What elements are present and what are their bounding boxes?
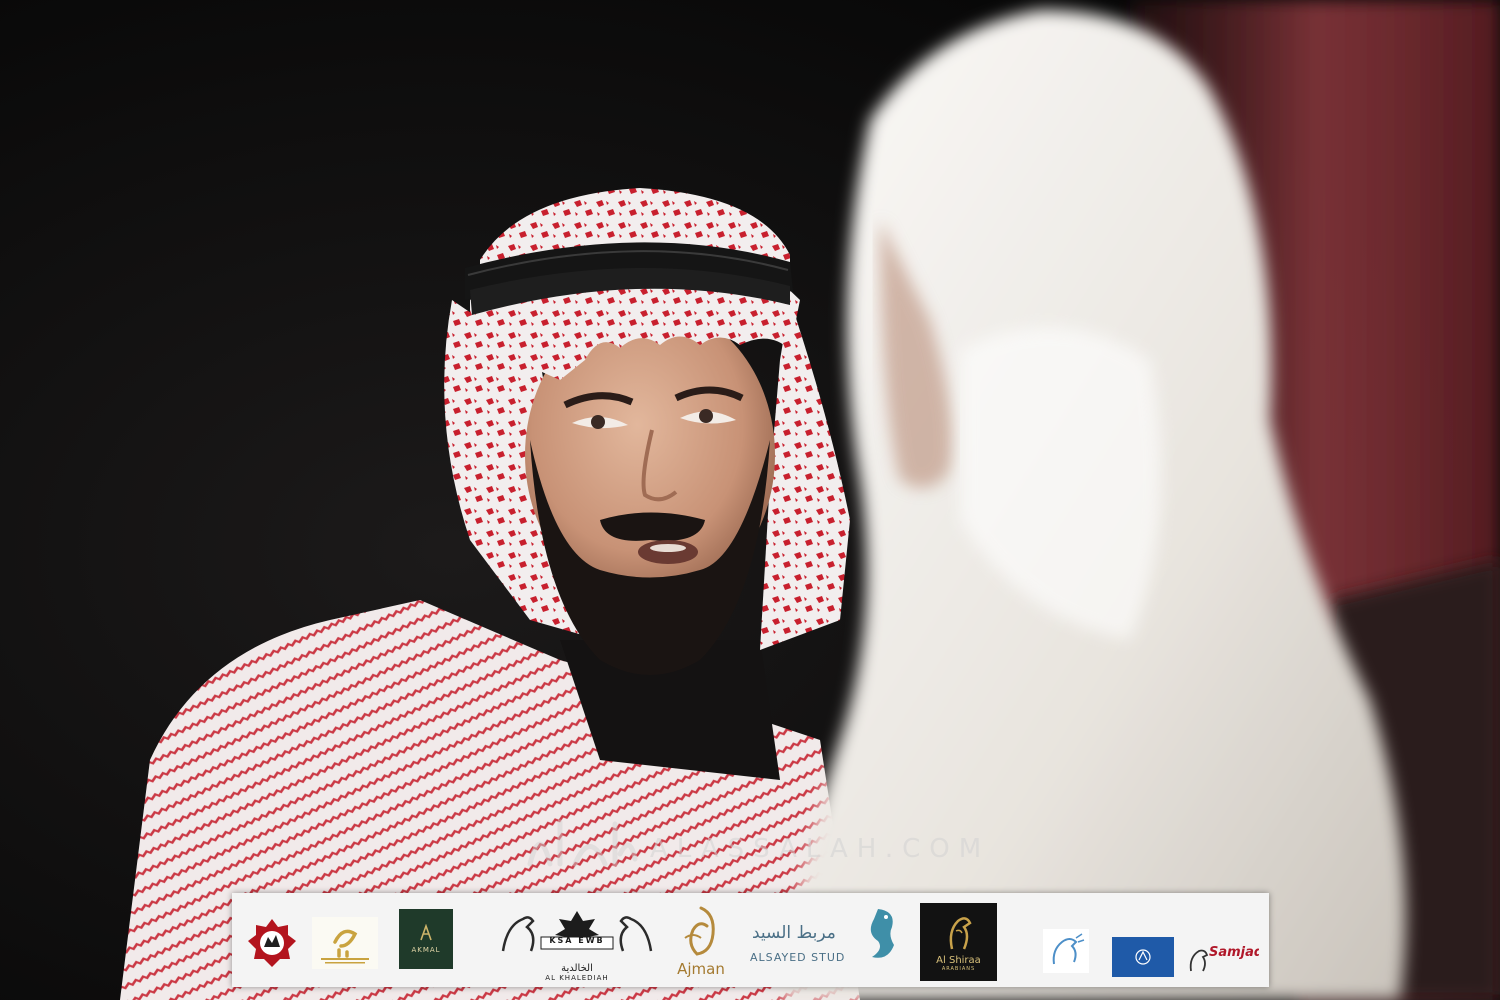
sponsor-logo-blue-badge [1112, 937, 1174, 977]
khalediah-arabic-label: الخالدية [561, 962, 593, 974]
sponsor-logo-ajman: Ajman [660, 899, 742, 983]
khalediah-label: AL KHALEDIAH [545, 973, 609, 982]
samjad-label: Samjad [1209, 945, 1259, 960]
ajman-label: Ajman [677, 960, 725, 978]
alsayed-label: ALSAYED STUD [750, 951, 846, 964]
alshiraa-label: Al Shiraa [936, 954, 981, 966]
gold-calligraphy-icon [321, 929, 369, 964]
ajman-horse-calligraphy-icon [684, 906, 715, 956]
sponsor-logo-khalediah: KSA EWB الخالدية AL KHALEDIAH [497, 903, 657, 983]
sponsor-logo-alsayed: مربط السيد ALSAYED STUD [744, 901, 904, 981]
khalediah-horses-icon [501, 910, 653, 951]
blue-horse-icon [1052, 933, 1085, 965]
sponsor-logo-akmal: AKMAL [399, 909, 453, 969]
seahorse-icon [870, 909, 894, 958]
akmal-label: AKMAL [411, 946, 441, 954]
khalediah-badge-label: KSA EWB [549, 936, 605, 945]
sponsor-logo-samjad: Samjad [1187, 941, 1259, 979]
sponsor-logo-gold-stud [312, 917, 378, 969]
alshiraa-horse-icon [949, 916, 972, 949]
sponsor-logo-society [246, 917, 298, 969]
sponsor-bar: AKMAL KSA EWB الخالدية AL KHALEDIAH Ajma… [232, 893, 1269, 987]
sponsor-logo-alshiraa: Al Shiraa ARABIANS [920, 903, 997, 981]
watermark-calligraphy-logo [527, 819, 638, 867]
watermark-text: ALASSALAH.COM [650, 834, 991, 864]
samjad-horse-icon [1189, 949, 1209, 972]
sponsor-logo-blue-horse [1043, 929, 1089, 973]
seal-icon [248, 919, 296, 967]
crest-icon [1135, 949, 1151, 965]
watermark: ALASSALAH.COM [520, 819, 1000, 880]
alsayed-arabic-label: مربط السيد [752, 923, 836, 943]
alshiraa-sub-label: ARABIANS [941, 965, 976, 972]
akmal-mark-icon [420, 924, 432, 941]
